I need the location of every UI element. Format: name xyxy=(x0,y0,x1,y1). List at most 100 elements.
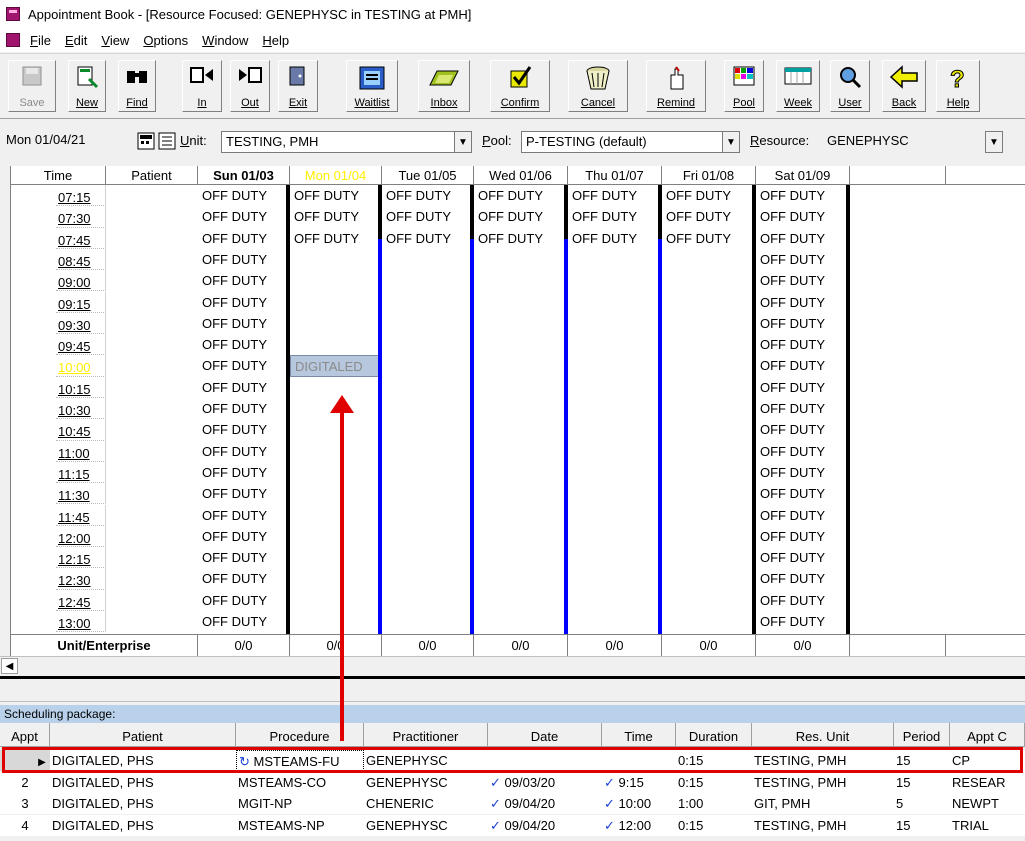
time-slot[interactable]: 11:00 xyxy=(56,440,106,462)
off-duty-slot[interactable]: OFF DUTY xyxy=(756,270,850,291)
off-duty-slot[interactable]: OFF DUTY xyxy=(756,313,850,334)
slot-cell[interactable] xyxy=(382,334,474,355)
header-sun[interactable]: Sun 01/03 xyxy=(198,166,290,185)
off-duty-slot[interactable]: OFF DUTY xyxy=(756,505,850,526)
off-duty-slot[interactable]: OFF DUTY xyxy=(382,206,474,227)
off-duty-slot[interactable]: OFF DUTY xyxy=(198,611,290,632)
unit-dropdown-icon[interactable]: ▼ xyxy=(454,131,472,153)
package-row[interactable]: 3 DIGITALED, PHS MGIT-NP CHENERIC ✓ 09/04/20… xyxy=(0,793,1025,814)
off-duty-slot[interactable]: OFF DUTY xyxy=(290,206,382,227)
off-duty-slot[interactable]: OFF DUTY xyxy=(756,441,850,462)
slot-cell[interactable] xyxy=(290,249,382,270)
slot-cell[interactable] xyxy=(568,462,662,483)
slot-cell[interactable] xyxy=(290,526,382,547)
time-slot[interactable]: 12:30 xyxy=(56,568,106,590)
slot-cell[interactable] xyxy=(568,483,662,504)
slot-cell[interactable] xyxy=(568,441,662,462)
off-duty-slot[interactable]: OFF DUTY xyxy=(198,526,290,547)
slot-cell[interactable] xyxy=(662,505,756,526)
pool-dropdown-icon[interactable]: ▼ xyxy=(722,131,740,153)
off-duty-slot[interactable]: OFF DUTY xyxy=(756,206,850,227)
slot-cell[interactable] xyxy=(662,334,756,355)
slot-cell[interactable] xyxy=(662,398,756,419)
off-duty-slot[interactable]: OFF DUTY xyxy=(198,313,290,334)
slot-cell[interactable] xyxy=(662,568,756,589)
slot-cell[interactable] xyxy=(474,292,568,313)
slot-cell[interactable] xyxy=(662,270,756,291)
off-duty-slot[interactable]: OFF DUTY xyxy=(198,249,290,270)
header-time[interactable]: Time xyxy=(11,166,106,185)
slot-cell[interactable] xyxy=(568,292,662,313)
waitlist-button[interactable]: Waitlist xyxy=(346,60,398,112)
user-button[interactable]: User xyxy=(830,60,870,112)
resource-dropdown-icon[interactable]: ▼ xyxy=(985,131,1003,153)
slot-cell[interactable] xyxy=(662,483,756,504)
menu-options[interactable]: Options xyxy=(143,33,188,48)
time-slot[interactable]: 11:45 xyxy=(56,504,106,526)
slot-cell[interactable] xyxy=(568,355,662,376)
off-duty-slot[interactable]: OFF DUTY xyxy=(198,398,290,419)
menu-edit[interactable]: Edit xyxy=(65,33,87,48)
off-duty-slot[interactable]: OFF DUTY xyxy=(290,228,382,249)
week-button[interactable]: Week xyxy=(776,60,820,112)
slot-cell[interactable] xyxy=(290,441,382,462)
time-slot[interactable]: 07:30 xyxy=(56,206,106,228)
slot-cell[interactable] xyxy=(568,270,662,291)
col-res-unit[interactable]: Res. Unit xyxy=(752,723,894,747)
off-duty-slot[interactable]: OFF DUTY xyxy=(198,270,290,291)
time-slot[interactable]: 07:45 xyxy=(56,227,106,249)
off-duty-slot[interactable]: OFF DUTY xyxy=(290,185,382,206)
col-time[interactable]: Time xyxy=(602,723,676,747)
slot-cell[interactable] xyxy=(474,483,568,504)
slot-cell[interactable] xyxy=(568,377,662,398)
slot-cell[interactable] xyxy=(290,547,382,568)
header-sat[interactable]: Sat 01/09 xyxy=(756,166,850,185)
slot-cell[interactable] xyxy=(290,419,382,440)
off-duty-slot[interactable]: OFF DUTY xyxy=(756,355,850,376)
header-tue[interactable]: Tue 01/05 xyxy=(382,166,474,185)
slot-cell[interactable] xyxy=(568,249,662,270)
off-duty-slot[interactable]: OFF DUTY xyxy=(198,206,290,227)
time-slot[interactable]: 10:30 xyxy=(56,398,106,420)
slot-cell[interactable] xyxy=(382,611,474,632)
header-fri[interactable]: Fri 01/08 xyxy=(662,166,756,185)
slot-cell[interactable] xyxy=(568,526,662,547)
off-duty-slot[interactable]: OFF DUTY xyxy=(756,462,850,483)
off-duty-slot[interactable]: OFF DUTY xyxy=(756,185,850,206)
col-appt[interactable]: Appt xyxy=(0,723,50,747)
time-slot[interactable]: 13:00 xyxy=(56,611,106,633)
off-duty-slot[interactable]: OFF DUTY xyxy=(198,228,290,249)
time-slot[interactable]: 12:15 xyxy=(56,547,106,569)
document-icon[interactable] xyxy=(6,33,20,47)
slot-cell[interactable] xyxy=(474,568,568,589)
off-duty-slot[interactable]: OFF DUTY xyxy=(756,334,850,355)
package-row[interactable]: 4 DIGITALED, PHS MSTEAMS-NP GENEPHYSC ✓ 09/0… xyxy=(0,814,1025,836)
col-procedure[interactable]: Procedure xyxy=(236,723,364,747)
save-button[interactable]: Save xyxy=(8,60,56,112)
slot-cell[interactable] xyxy=(290,568,382,589)
slot-cell[interactable] xyxy=(382,547,474,568)
off-duty-slot[interactable]: OFF DUTY xyxy=(474,185,568,206)
time-slot[interactable]: 12:00 xyxy=(56,525,106,548)
off-duty-slot[interactable]: OFF DUTY xyxy=(756,590,850,611)
exit-button[interactable]: Exit xyxy=(278,60,318,112)
scroll-left-icon[interactable]: ◀ xyxy=(1,658,18,674)
off-duty-slot[interactable]: OFF DUTY xyxy=(198,334,290,355)
off-duty-slot[interactable]: OFF DUTY xyxy=(198,185,290,206)
booked-slot[interactable]: DIGITALED xyxy=(290,355,382,377)
off-duty-slot[interactable]: OFF DUTY xyxy=(382,185,474,206)
time-slot[interactable]: 12:45 xyxy=(56,589,106,611)
slot-cell[interactable] xyxy=(662,590,756,611)
slot-cell[interactable] xyxy=(382,441,474,462)
time-slot[interactable]: 11:15 xyxy=(56,461,106,484)
calendar-icon[interactable] xyxy=(137,132,155,150)
confirm-button[interactable]: Confirm xyxy=(490,60,550,112)
slot-cell[interactable] xyxy=(662,462,756,483)
slot-cell[interactable] xyxy=(568,590,662,611)
off-duty-slot[interactable]: OFF DUTY xyxy=(568,228,662,249)
off-duty-slot[interactable]: OFF DUTY xyxy=(382,228,474,249)
off-duty-slot[interactable]: OFF DUTY xyxy=(198,547,290,568)
slot-cell[interactable] xyxy=(474,462,568,483)
slot-cell[interactable] xyxy=(290,292,382,313)
time-slot[interactable]: 07:15 xyxy=(56,185,106,207)
